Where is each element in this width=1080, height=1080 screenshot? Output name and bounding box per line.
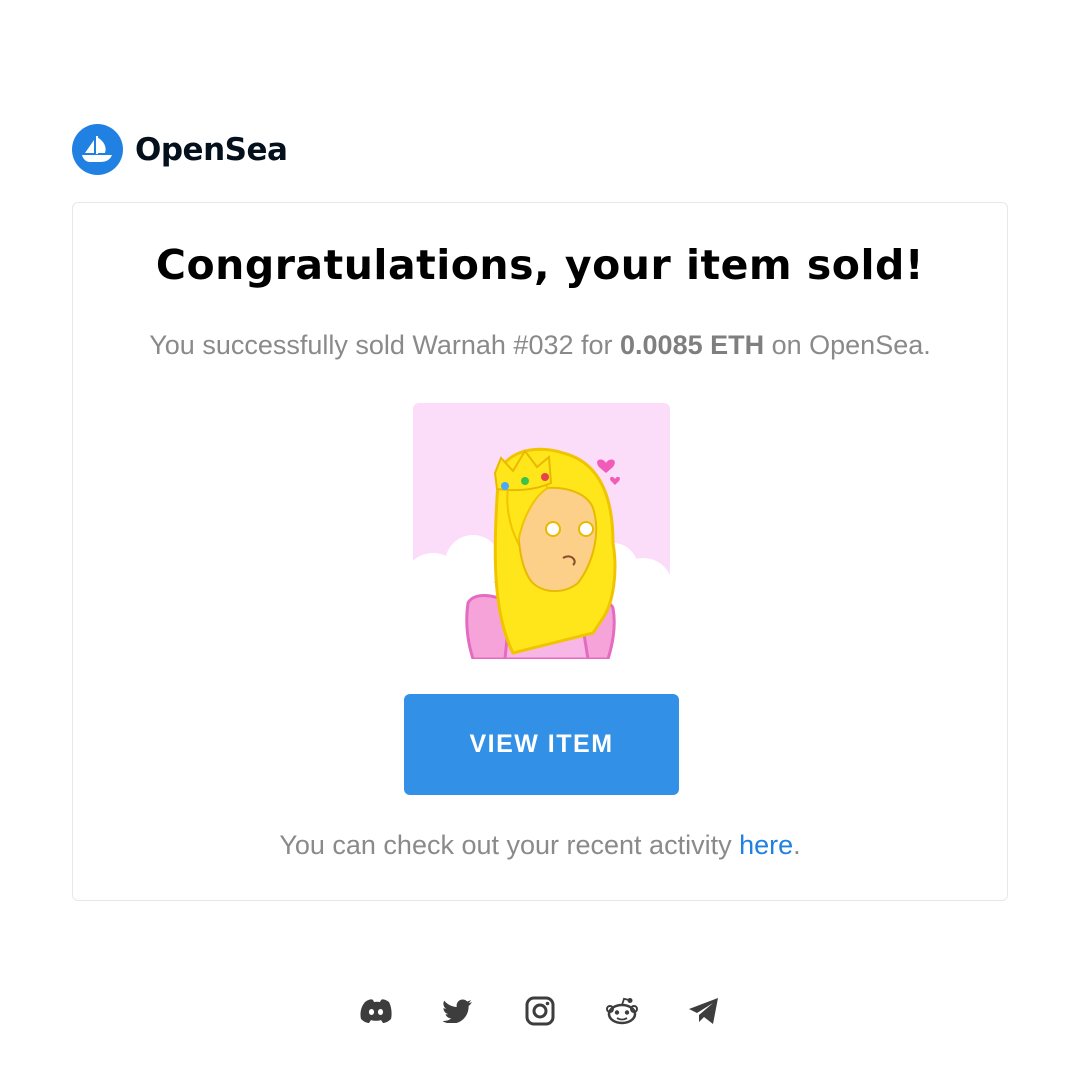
- activity-link[interactable]: here: [739, 830, 793, 860]
- sale-price: 0.0085 ETH: [620, 330, 765, 360]
- reddit-icon[interactable]: [606, 995, 638, 1027]
- discord-icon[interactable]: [360, 995, 392, 1027]
- sale-summary-prefix: You successfully sold Warnah #032 for: [149, 330, 621, 360]
- page-title: Congratulations, your item sold!: [155, 241, 925, 289]
- view-item-button[interactable]: VIEW ITEM: [404, 694, 679, 795]
- instagram-icon[interactable]: [524, 995, 556, 1027]
- activity-note-prefix: You can check out your recent activity: [279, 830, 740, 860]
- sale-summary-suffix: on OpenSea.: [764, 330, 931, 360]
- activity-note-suffix: .: [793, 830, 801, 860]
- twitter-icon[interactable]: [442, 995, 474, 1027]
- brand-name: OpenSea: [135, 131, 288, 168]
- brand-header[interactable]: OpenSea: [72, 124, 288, 175]
- nft-image[interactable]: [413, 403, 670, 659]
- sale-summary: You successfully sold Warnah #032 for 0.…: [73, 330, 1007, 361]
- opensea-logo-icon: [72, 124, 123, 175]
- activity-note: You can check out your recent activity h…: [73, 830, 1007, 861]
- telegram-icon[interactable]: [688, 995, 720, 1027]
- sale-card: Congratulations, your item sold! You suc…: [72, 202, 1008, 901]
- social-links: [0, 995, 1080, 1027]
